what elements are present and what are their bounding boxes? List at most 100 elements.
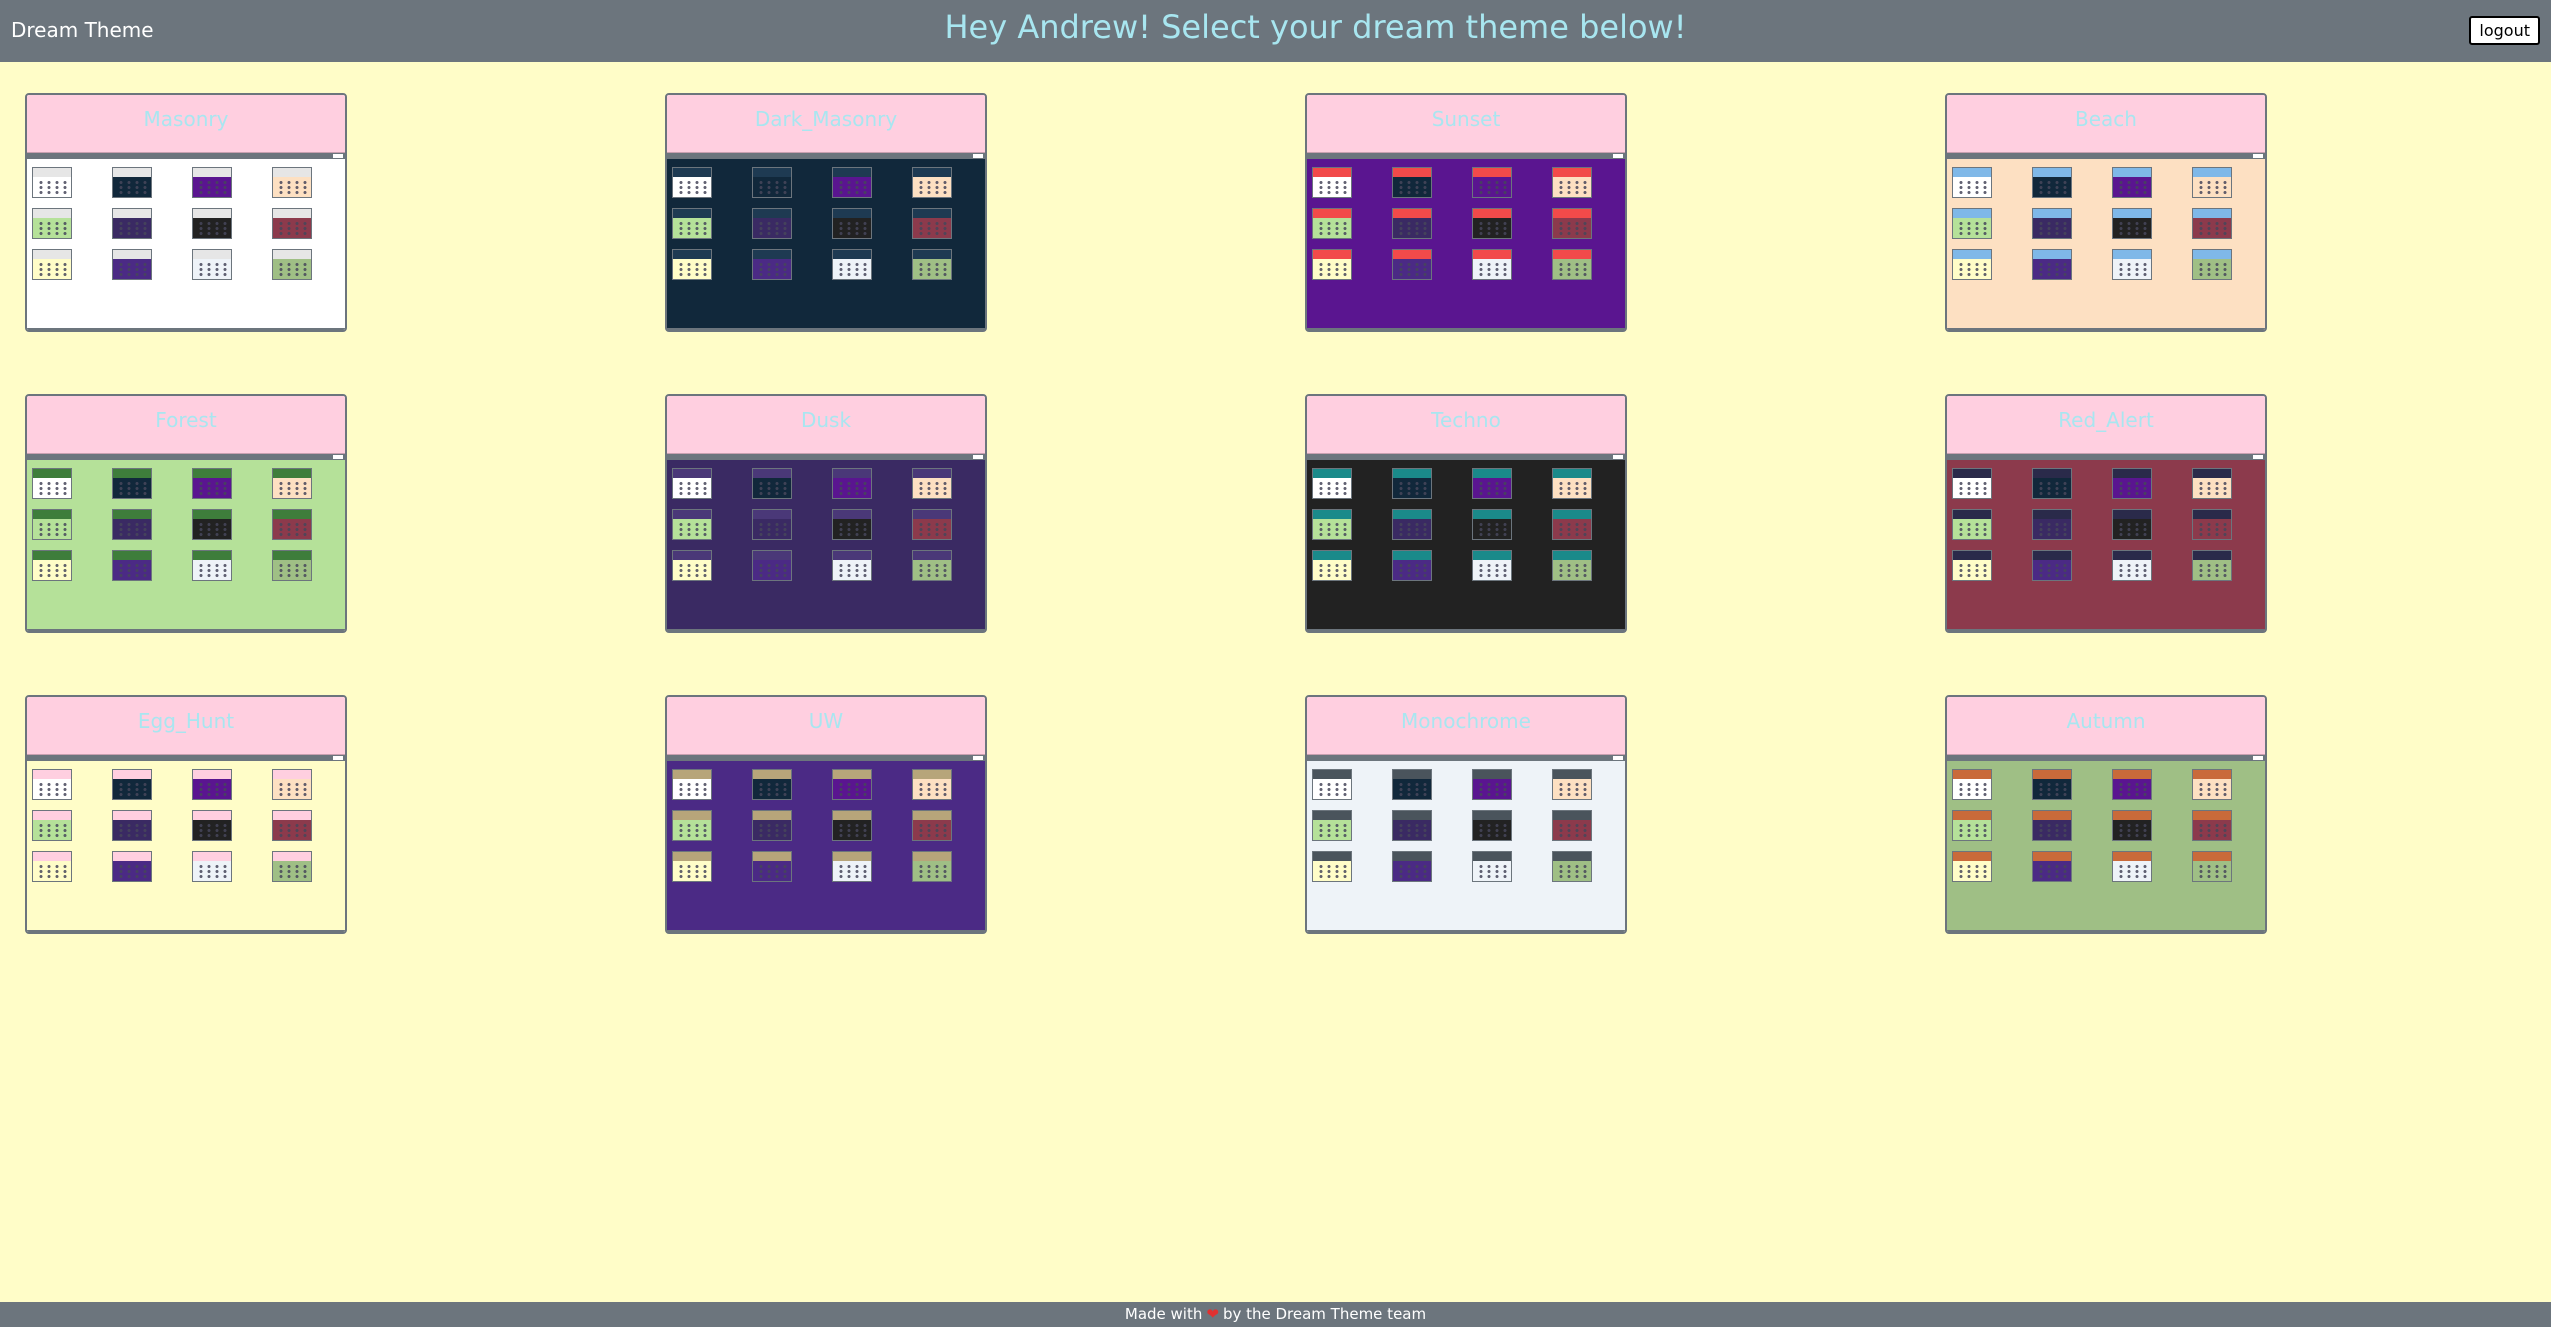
preview-thumbnail xyxy=(2112,249,2152,280)
preview-thumbnail xyxy=(112,468,152,499)
theme-card[interactable]: Masonry xyxy=(25,93,347,332)
preview-navbar xyxy=(667,454,985,460)
theme-card-title: Forest xyxy=(155,408,217,432)
preview-thumbnail xyxy=(912,810,952,841)
preview-thumbnail xyxy=(1312,769,1352,800)
theme-card-header: Red_Alert xyxy=(1947,396,2265,454)
theme-card[interactable]: UW xyxy=(665,695,987,934)
preview-thumbnail xyxy=(1472,468,1512,499)
theme-card[interactable]: Autumn xyxy=(1945,695,2267,934)
preview-thumbnail xyxy=(1312,249,1352,280)
preview-thumbnail xyxy=(752,468,792,499)
theme-preview-image xyxy=(1307,755,1625,932)
preview-thumbnail xyxy=(1312,468,1352,499)
preview-thumbnail xyxy=(1952,810,1992,841)
theme-card-header: Dusk xyxy=(667,396,985,454)
preview-thumbnail xyxy=(912,249,952,280)
preview-thumbnail xyxy=(912,851,952,882)
preview-thumbnail xyxy=(272,249,312,280)
preview-thumbnail xyxy=(112,550,152,581)
theme-preview-image xyxy=(1947,153,2265,330)
theme-card-title: Egg_Hunt xyxy=(137,709,235,733)
preview-navbar xyxy=(667,153,985,159)
preview-thumbnail xyxy=(752,208,792,239)
theme-card[interactable]: Monochrome xyxy=(1305,695,1627,934)
preview-thumbnail xyxy=(1552,550,1592,581)
preview-thumbnail xyxy=(752,851,792,882)
preview-footer xyxy=(667,629,985,631)
theme-card-title: Dusk xyxy=(800,408,852,432)
preview-thumbnail xyxy=(32,468,72,499)
preview-footer xyxy=(667,328,985,330)
theme-card[interactable]: Beach xyxy=(1945,93,2267,332)
preview-navbar xyxy=(27,153,345,159)
preview-thumbnail xyxy=(1952,208,1992,239)
brand-link[interactable]: Dream Theme xyxy=(11,18,154,42)
preview-thumbnail xyxy=(1552,769,1592,800)
preview-thumbnail xyxy=(832,468,872,499)
preview-thumbnail xyxy=(192,167,232,198)
theme-card[interactable]: Egg_Hunt xyxy=(25,695,347,934)
preview-thumbnail xyxy=(1952,509,1992,540)
preview-thumbnail xyxy=(2112,769,2152,800)
preview-thumbnail xyxy=(2112,550,2152,581)
preview-thumbnail xyxy=(2112,167,2152,198)
theme-preview-image xyxy=(1307,454,1625,631)
theme-card[interactable]: Techno xyxy=(1305,394,1627,633)
theme-card-title: Beach xyxy=(2075,107,2137,131)
logout-button[interactable]: logout xyxy=(2469,16,2540,45)
preview-thumbnail xyxy=(1392,769,1432,800)
preview-thumbnail xyxy=(912,550,952,581)
theme-card[interactable]: Dark_Masonry xyxy=(665,93,987,332)
theme-card-header: Forest xyxy=(27,396,345,454)
preview-thumbnail xyxy=(2192,208,2232,239)
preview-thumbnail xyxy=(2032,550,2072,581)
preview-thumbnail xyxy=(2192,167,2232,198)
preview-thumbnail xyxy=(112,769,152,800)
theme-card-header: Monochrome xyxy=(1307,697,1625,755)
theme-card-title: Techno xyxy=(1431,408,1501,432)
preview-thumbnail xyxy=(832,550,872,581)
preview-footer xyxy=(1947,328,2265,330)
preview-navbar xyxy=(27,454,345,460)
preview-thumbnail xyxy=(272,851,312,882)
preview-thumbnail xyxy=(1312,851,1352,882)
preview-thumbnail xyxy=(192,208,232,239)
preview-thumbnail xyxy=(2112,208,2152,239)
preview-thumbnail xyxy=(32,208,72,239)
theme-card[interactable]: Red_Alert xyxy=(1945,394,2267,633)
preview-thumbnail xyxy=(2032,208,2072,239)
theme-card-header: Techno xyxy=(1307,396,1625,454)
preview-thumbnail xyxy=(1472,249,1512,280)
preview-footer xyxy=(27,328,345,330)
preview-thumbnail xyxy=(32,851,72,882)
theme-preview-image xyxy=(1947,454,2265,631)
preview-thumbnail xyxy=(272,810,312,841)
theme-preview-image xyxy=(27,755,345,932)
preview-thumbnail xyxy=(2032,851,2072,882)
theme-card[interactable]: Forest xyxy=(25,394,347,633)
preview-navbar xyxy=(1947,755,2265,761)
preview-footer xyxy=(1307,328,1625,330)
preview-thumbnail xyxy=(1552,208,1592,239)
preview-thumbnail xyxy=(2032,810,2072,841)
theme-card[interactable]: Sunset xyxy=(1305,93,1627,332)
preview-thumbnail xyxy=(272,509,312,540)
preview-thumbnail xyxy=(112,249,152,280)
preview-thumbnail xyxy=(112,208,152,239)
preview-thumbnail xyxy=(2032,769,2072,800)
theme-card-header: Sunset xyxy=(1307,95,1625,153)
preview-thumbnail xyxy=(912,468,952,499)
preview-thumbnail xyxy=(1392,468,1432,499)
preview-thumbnail xyxy=(1472,550,1512,581)
theme-card-title: Monochrome xyxy=(1401,709,1531,733)
preview-thumbnail xyxy=(832,810,872,841)
preview-thumbnail xyxy=(1472,167,1512,198)
preview-thumbnail xyxy=(752,167,792,198)
preview-thumbnail xyxy=(1952,851,1992,882)
preview-thumbnail xyxy=(1312,167,1352,198)
theme-card-header: Masonry xyxy=(27,95,345,153)
preview-thumbnail xyxy=(752,249,792,280)
theme-card[interactable]: Dusk xyxy=(665,394,987,633)
preview-thumbnail xyxy=(1552,509,1592,540)
